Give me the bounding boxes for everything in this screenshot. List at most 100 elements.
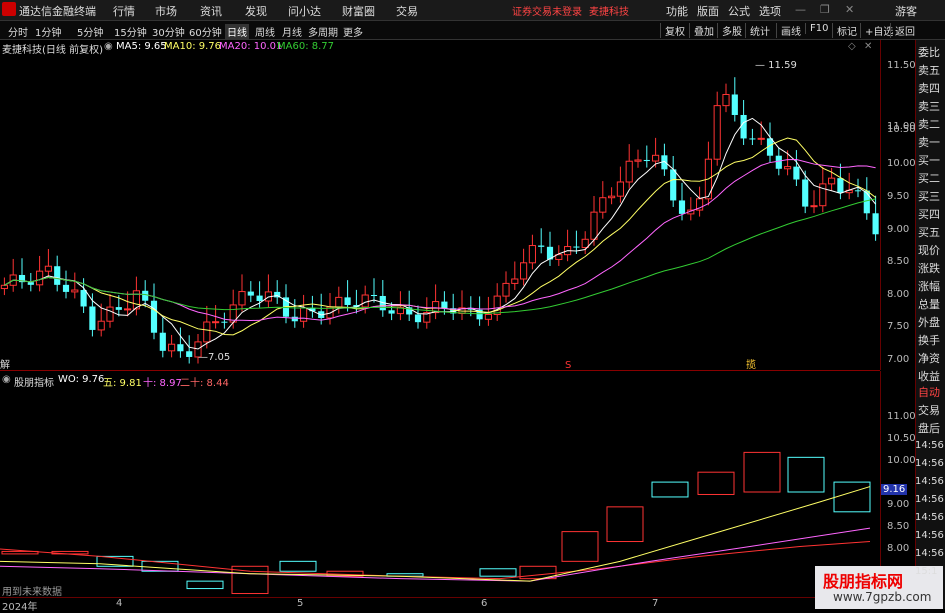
ind-tick: 8.00 <box>887 543 910 554</box>
quote-field-label: 买三 <box>918 190 940 203</box>
minimize-icon[interactable]: — <box>795 3 806 16</box>
restore-icon[interactable]: ❐ <box>820 3 830 16</box>
candle-body <box>212 321 220 324</box>
price-axis: 11.50 11.00 10.50 10.00 9.50 9.00 8.50 8… <box>880 40 916 370</box>
candle-body <box>713 105 721 160</box>
btn-mark[interactable]: 标记 <box>832 23 857 38</box>
price-tick: 8.50 <box>887 256 910 267</box>
close-pane-icon[interactable]: ✕ <box>864 41 872 52</box>
indicator-box <box>743 451 781 493</box>
time-label: 14:56 <box>915 512 944 523</box>
candle-body <box>670 169 677 201</box>
btn-back[interactable]: 返回 <box>890 23 915 38</box>
menu-function[interactable]: 功能 <box>666 3 688 19</box>
candle-body <box>652 154 660 162</box>
ma10-value: MA10: 9.76 <box>164 41 222 52</box>
menu-discover[interactable]: 发现 <box>245 3 267 19</box>
quote-field-label: 委比 <box>918 46 940 59</box>
close-icon[interactable]: ✕ <box>845 3 854 16</box>
ma5-value: MA5: 9.65 <box>116 41 167 52</box>
tf-weekly[interactable]: 周线 <box>255 24 275 39</box>
indicator-settings-icon[interactable]: ◉ <box>2 374 11 385</box>
btn-f10[interactable]: F10 <box>805 23 828 34</box>
time-label: 14:56 <box>915 548 944 559</box>
time-label: 14:56 <box>915 530 944 541</box>
candle-body <box>740 114 747 139</box>
candle-body <box>150 300 158 333</box>
candlestick-chart[interactable]: — 11.59 —7.05 解 S 揽 <box>0 54 880 370</box>
panel-mode-label[interactable]: 自动 <box>918 386 940 400</box>
tf-30min[interactable]: 30分钟 <box>152 24 185 39</box>
tf-intraday[interactable]: 分时 <box>8 24 28 39</box>
btn-adjust[interactable]: 复权 <box>660 23 685 38</box>
candle-body <box>802 179 809 207</box>
candle-body <box>863 190 870 214</box>
candle-body <box>749 138 756 140</box>
indicator-box <box>833 481 871 513</box>
date-tick: 4 <box>116 598 123 609</box>
sub-chart-info: ◉ 股朋指标 WO: 9.76 五: 9.81 十: 8.97 二十: 8.44 <box>0 373 880 389</box>
menu-wealth[interactable]: 财富圈 <box>342 3 375 19</box>
btn-draw[interactable]: 画线 <box>776 23 801 38</box>
user-label[interactable]: 游客 <box>895 3 917 19</box>
menu-trade[interactable]: 交易 <box>396 3 418 19</box>
candle-body <box>414 314 422 323</box>
tf-60min[interactable]: 60分钟 <box>189 24 222 39</box>
candle-body <box>177 344 184 352</box>
time-label: 14:56 <box>915 476 944 487</box>
menu-ask[interactable]: 问小达 <box>288 3 321 19</box>
indicator-axis: 11.00 10.50 10.00 9.16 9.00 8.50 8.00 <box>880 371 916 596</box>
candle-body <box>44 265 52 272</box>
btn-overlay[interactable]: 叠加 <box>689 23 714 38</box>
candle-body <box>819 183 827 207</box>
tf-15min[interactable]: 15分钟 <box>114 24 147 39</box>
candle-body <box>441 301 448 309</box>
settings-circle-icon[interactable]: ◉ <box>104 41 113 52</box>
price-tick: 11.50 <box>887 60 916 71</box>
candle-body <box>731 94 738 115</box>
tf-multi[interactable]: 多周期 <box>308 24 338 39</box>
tf-daily[interactable]: 日线 <box>225 24 249 39</box>
indicator-chart[interactable] <box>0 388 880 596</box>
menu-market[interactable]: 市场 <box>155 3 177 19</box>
menu-formula[interactable]: 公式 <box>728 3 750 19</box>
indicator-box <box>787 456 825 493</box>
tf-5min[interactable]: 5分钟 <box>77 24 103 39</box>
btn-add-watch[interactable]: +自选 <box>860 23 893 38</box>
time-label: 14:56 <box>915 440 944 451</box>
login-warning[interactable]: 证券交易未登录 <box>512 3 582 18</box>
menu-layout[interactable]: 版面 <box>697 3 719 19</box>
panel-mode-label[interactable]: 盘后 <box>918 422 940 436</box>
tf-monthly[interactable]: 月线 <box>282 24 302 39</box>
candle-body <box>106 306 114 322</box>
candle-body <box>608 195 616 199</box>
ershi-line <box>0 541 871 580</box>
candle-body <box>361 294 369 308</box>
candle-body <box>142 290 149 301</box>
price-tick: 7.00 <box>887 354 910 365</box>
diamond-icon[interactable]: ◇ <box>848 41 856 52</box>
candle-body <box>793 166 800 180</box>
candle-body <box>62 284 70 292</box>
panel-mode-label[interactable]: 交易 <box>918 404 940 418</box>
price-tick: 8.00 <box>887 289 910 300</box>
candle-body <box>54 266 61 285</box>
candle-body <box>484 314 492 320</box>
menu-quotes[interactable]: 行情 <box>113 3 135 19</box>
btn-multi-stock[interactable]: 多股 <box>717 23 742 38</box>
date-axis: 2024年 4 5 6 7 <box>0 597 880 613</box>
quote-field-label: 净资 <box>918 352 940 365</box>
tf-1min[interactable]: 1分钟 <box>35 24 61 39</box>
candle-body <box>854 190 862 192</box>
tf-more[interactable]: 更多 <box>343 24 363 39</box>
period-toolbar: 分时 1分钟 5分钟 15分钟 30分钟 60分钟 日线 周线 月线 多周期 更… <box>0 21 945 40</box>
menu-news[interactable]: 资讯 <box>200 3 222 19</box>
quote-field-label: 外盘 <box>918 316 940 329</box>
ind-tick: 11.00 <box>887 411 916 422</box>
candle-body <box>528 245 536 264</box>
menu-options[interactable]: 选项 <box>759 3 781 19</box>
candle-body <box>36 270 44 286</box>
warning-stock[interactable]: 麦捷科技 <box>589 3 629 18</box>
quote-field-label: 买四 <box>918 208 940 221</box>
btn-stats[interactable]: 统计 <box>745 23 770 38</box>
